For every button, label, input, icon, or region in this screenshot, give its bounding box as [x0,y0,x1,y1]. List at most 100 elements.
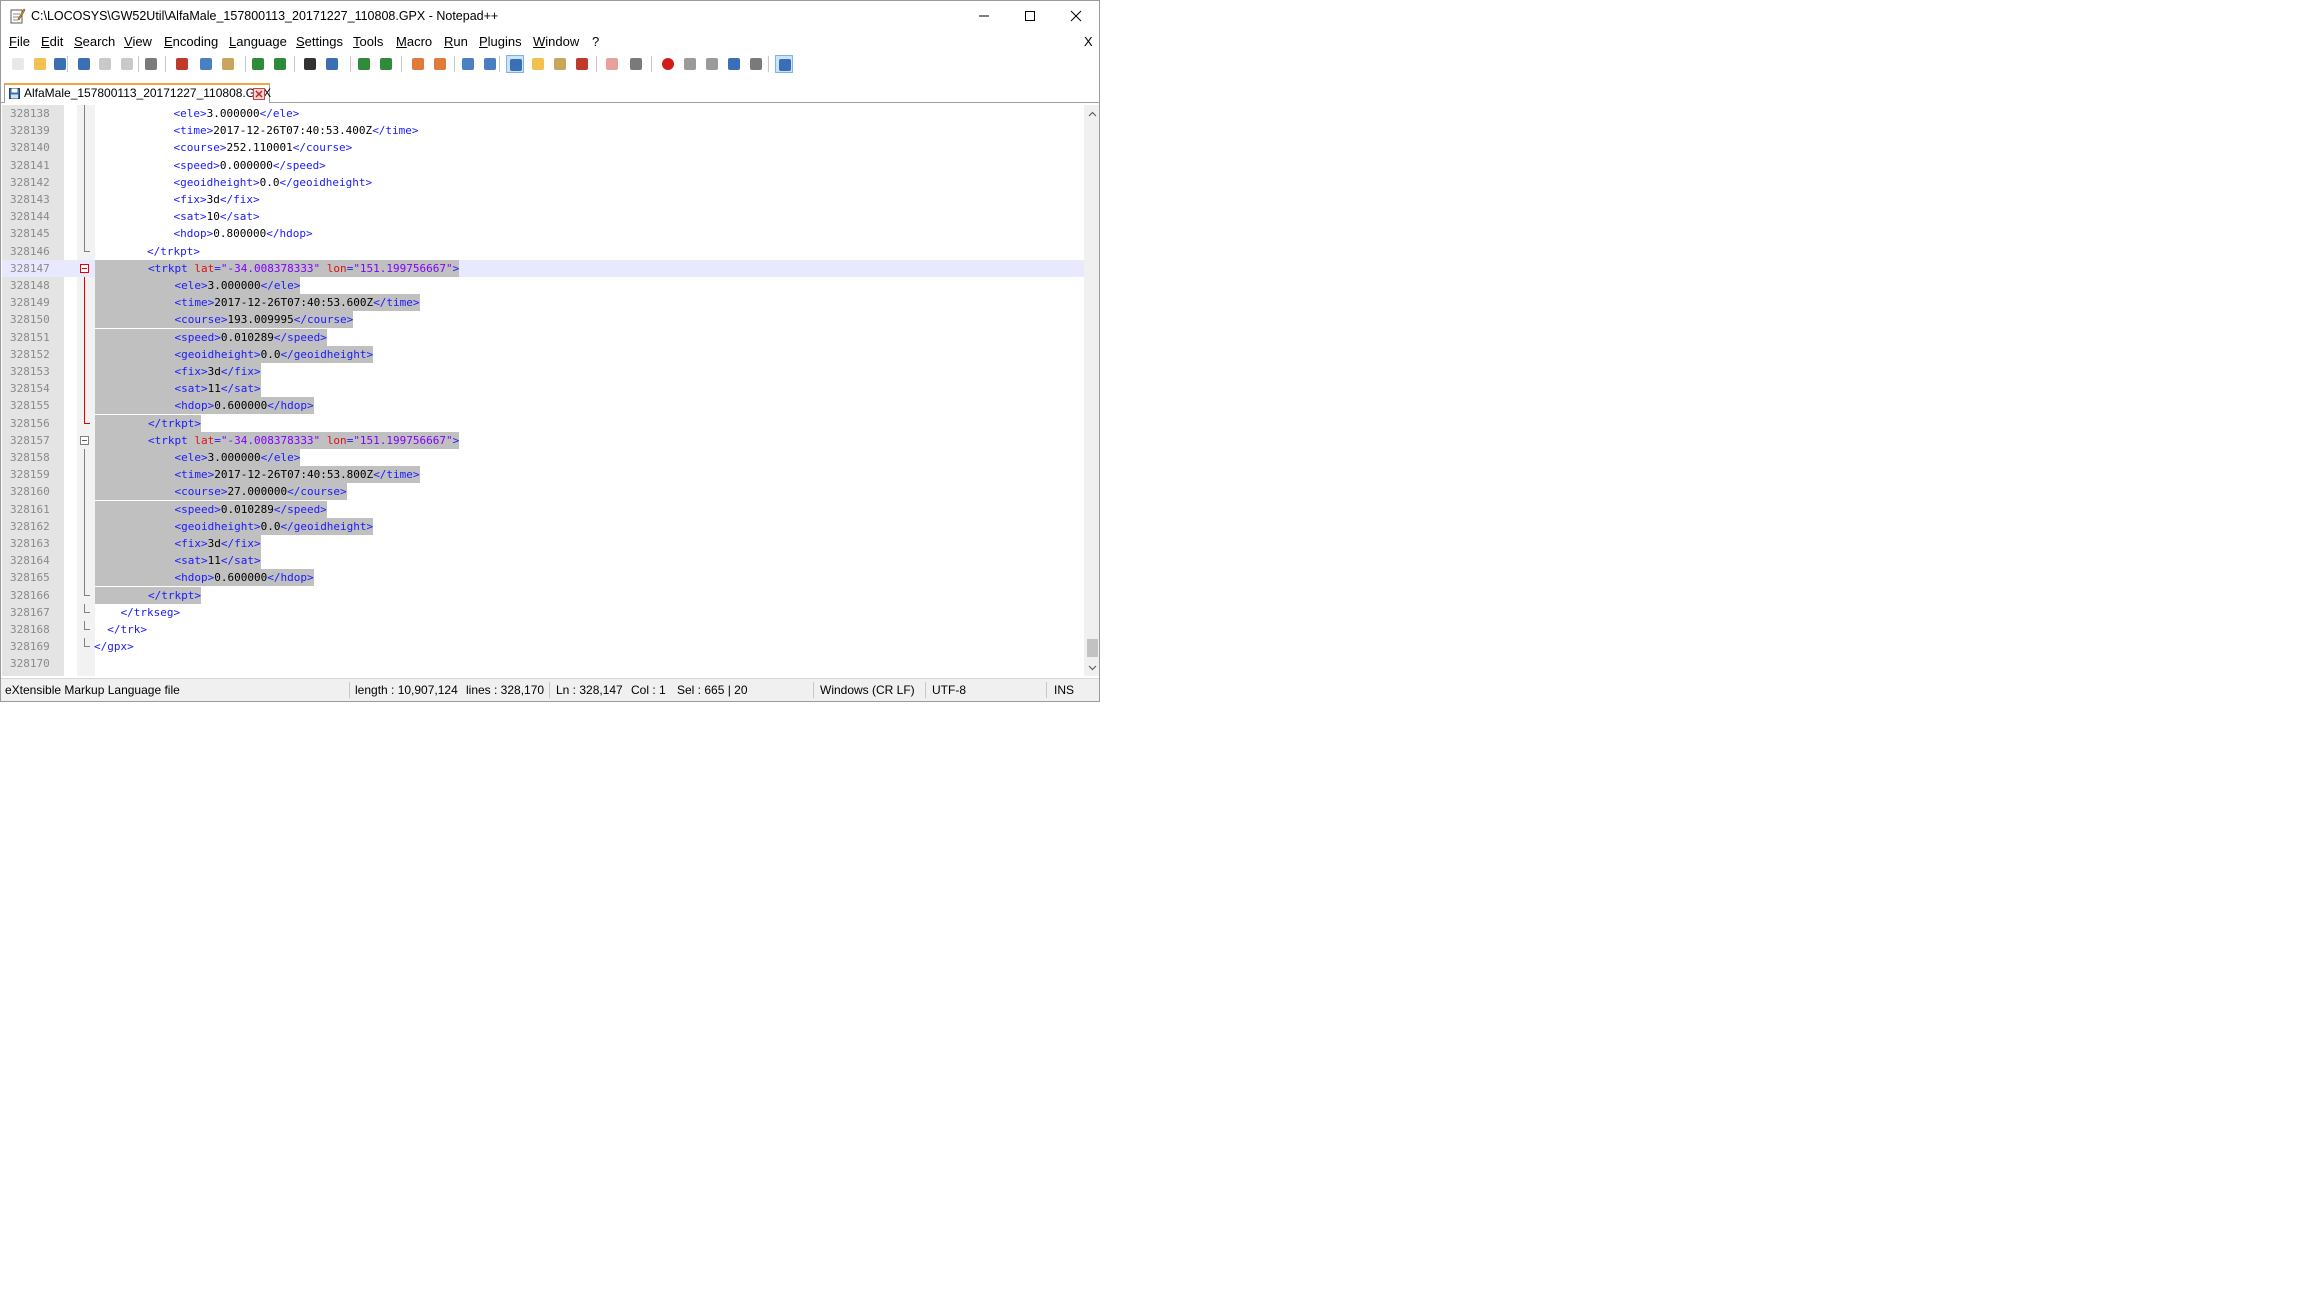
stop-macro-button[interactable] [681,55,699,73]
code-text: </gpx> [94,638,134,655]
vertical-scrollbar[interactable] [1084,105,1099,676]
replace-button[interactable] [323,55,341,73]
scroll-down-button[interactable] [1084,659,1099,676]
menu-run[interactable]: Run [444,34,468,49]
code-line[interactable]: 328153 <fix>3d</fix> [2,363,1084,381]
code-line[interactable]: 328151 <speed>0.010289</speed> [2,328,1084,346]
user-lang-button[interactable] [529,55,547,73]
open-file-button[interactable] [31,55,49,73]
fold-toggle-icon[interactable] [80,263,89,273]
undo-button[interactable] [249,55,267,73]
menu-help[interactable]: ? [592,34,599,49]
cut-button[interactable] [173,55,191,73]
code-line[interactable]: 328154 <sat>11</sat> [2,380,1084,398]
maximize-button[interactable] [1007,1,1053,31]
menu-language[interactable]: Language [229,34,287,49]
code-line[interactable]: 328145 <hdop>0.800000</hdop> [2,225,1084,243]
xml-tag: <ele> [174,451,208,464]
code-line[interactable]: 328170 [2,655,1084,672]
scroll-thumb[interactable] [1087,639,1098,657]
code-line[interactable]: 328142 <geoidheight>0.0</geoidheight> [2,173,1084,191]
menu-settings[interactable]: Settings [296,34,343,49]
spell-check-button[interactable] [775,55,793,73]
title-bar[interactable]: C:\LOCOSYS\GW52Util\AlfaMale_157800113_2… [1,1,1099,31]
code-line[interactable]: 328160 <course>27.000000</course> [2,483,1084,501]
code-line[interactable]: 328143 <fix>3d</fix> [2,191,1084,209]
menu-plugins[interactable]: Plugins [479,34,522,49]
menu-search[interactable]: Search [74,34,115,49]
menu-edit[interactable]: Edit [41,34,63,49]
folder-workspace-button[interactable] [603,55,621,73]
code-line[interactable]: 328139 <time>2017-12-26T07:40:53.400Z</t… [2,122,1084,140]
copy-button[interactable] [197,55,215,73]
code-line[interactable]: 328148 <ele>3.000000</ele> [2,277,1084,295]
menu-file[interactable]: File [9,34,30,49]
function-list-button[interactable] [573,55,591,73]
show-all-chars-button[interactable] [481,55,499,73]
save-macro-button[interactable] [747,55,765,73]
close-button[interactable] [1053,1,1099,31]
xml-tag: </speed> [273,330,327,344]
zoom-out-button[interactable] [377,55,395,73]
editor[interactable]: 328138 <ele>3.000000</ele> 328139 <time>2… [2,105,1084,676]
sync-vertical-button[interactable] [409,55,427,73]
doc-map-button[interactable] [551,55,569,73]
tab-alfamale-gpx[interactable]: AlfaMale_157800113_20171227_110808.GPX [4,83,271,103]
minimize-button[interactable] [961,1,1007,31]
code-line[interactable]: 328159 <time>2017-12-26T07:40:53.800Z</t… [2,466,1084,484]
code-line[interactable]: 328140 <course>252.110001</course> [2,139,1084,157]
run-macro-multiple-button[interactable] [725,55,743,73]
play-macro-button[interactable] [703,55,721,73]
status-encoding[interactable]: UTF-8 [932,683,966,697]
code-line[interactable]: 328150 <course>193.009995</course> [2,311,1084,329]
code-line[interactable]: 328156 </trkpt> [2,414,1084,432]
code-line[interactable]: 328138 <ele>3.000000</ele> [2,105,1084,123]
code-line[interactable]: 328146 </trkpt> [2,242,1084,260]
menu-window[interactable]: Window [533,34,579,49]
find-button[interactable] [301,55,319,73]
status-eol[interactable]: Windows (CR LF) [820,683,915,697]
code-line[interactable]: 328149 <time>2017-12-26T07:40:53.600Z</t… [2,294,1084,312]
code-line[interactable]: 328155 <hdop>0.600000</hdop> [2,397,1084,415]
redo-button[interactable] [271,55,289,73]
code-line[interactable]: 328167 </trkseg> [2,603,1084,621]
fold-end-marker [84,603,90,613]
word-wrap-button[interactable] [459,55,477,73]
code-line[interactable]: 328152 <geoidheight>0.0</geoidheight> [2,345,1084,363]
indent-guide-button[interactable] [506,55,524,73]
close-all-button[interactable] [118,55,136,73]
close-button[interactable] [96,55,114,73]
menu-macro[interactable]: Macro [396,34,432,49]
print-button[interactable] [142,55,160,73]
code-line[interactable]: 328163 <fix>3d</fix> [2,535,1084,553]
scroll-up-button[interactable] [1084,105,1099,122]
chevron-up-icon [1088,111,1097,116]
fold-toggle-icon[interactable] [80,435,89,445]
code-line[interactable]: 328169 </gpx> [2,638,1084,655]
monitoring-button[interactable] [627,55,645,73]
tab-close-icon[interactable] [253,88,265,100]
code-line[interactable]: 328166 </trkpt> [2,586,1084,604]
code-line[interactable]: 328157 <trkpt lat="-34.008378333" lon="1… [2,431,1084,449]
new-file-button[interactable] [9,55,27,73]
code-line[interactable]: 328144 <sat>10</sat> [2,208,1084,226]
code-line[interactable]: 328164 <sat>11</sat> [2,552,1084,570]
code-line[interactable]: 328165 <hdop>0.600000</hdop> [2,569,1084,587]
xml-tag: </time> [372,124,419,138]
code-line[interactable]: 328161 <speed>0.010289</speed> [2,500,1084,518]
code-line[interactable]: 328158 <ele>3.000000</ele> [2,449,1084,467]
code-line[interactable]: 328168 </trk> [2,621,1084,638]
record-macro-button[interactable] [659,55,677,73]
menu-tools[interactable]: Tools [353,34,383,49]
menu-view[interactable]: View [124,34,152,49]
menu-encoding[interactable]: Encoding [164,34,218,49]
sync-horizontal-button[interactable] [431,55,449,73]
code-line[interactable]: 328162 <geoidheight>0.0</geoidheight> [2,517,1084,535]
code-line[interactable]: 328147 <trkpt lat="-34.008378333" lon="1… [2,259,1084,277]
close-document-button[interactable]: X [1084,34,1093,49]
code-line[interactable]: 328141 <speed>0.000000</speed> [2,156,1084,174]
zoom-in-button[interactable] [355,55,373,73]
save-all-button[interactable] [75,55,93,73]
status-insert-mode[interactable]: INS [1054,683,1074,697]
paste-button[interactable] [219,55,237,73]
